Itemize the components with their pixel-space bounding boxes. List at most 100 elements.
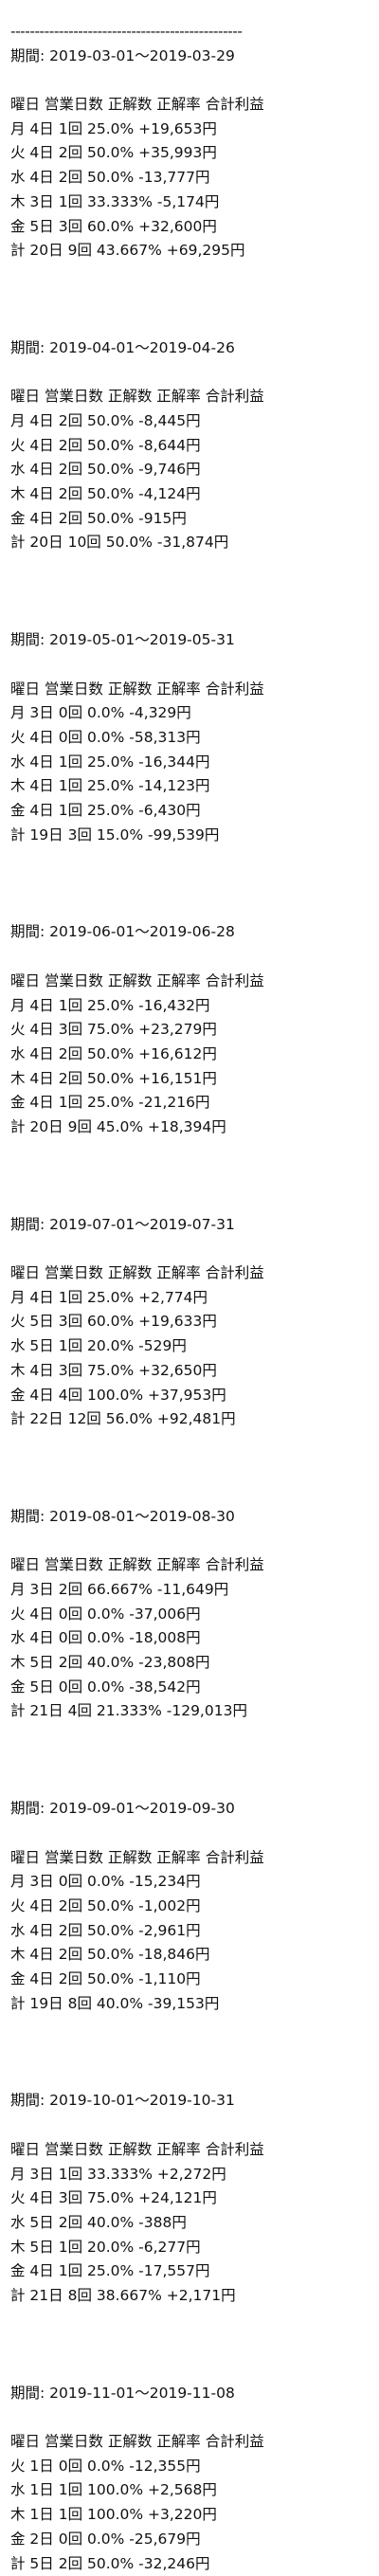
blank-line	[10, 580, 370, 605]
table-header: 曜日 営業日数 正解数 正解率 合計利益	[10, 1261, 370, 1286]
period-block: 期間: 2019-11-01～2019-11-08 曜日 営業日数 正解数 正解率…	[10, 2382, 370, 2576]
weekday-row: 月 4日 2回 50.0% -8,445円	[10, 409, 370, 434]
table-header: 曜日 営業日数 正解数 正解率 合計利益	[10, 385, 370, 409]
period-list: 期間: 2019-03-01～2019-03-29 曜日 営業日数 正解数 正解率…	[10, 45, 370, 2576]
weekday-row: 水 1日 1回 100.0% +2,568円	[10, 2478, 370, 2503]
weekday-row: 木 4日 2回 50.0% -4,124円	[10, 482, 370, 507]
period-label: 期間: 2019-09-01～2019-09-30	[10, 1797, 370, 1822]
total-row: 計 19日 8回 40.0% -39,153円	[10, 1992, 370, 2017]
weekday-row: 火 4日 2回 50.0% -1,002円	[10, 1895, 370, 1919]
weekday-row: 月 3日 2回 66.667% -11,649円	[10, 1578, 370, 1603]
weekday-row: 木 4日 3回 75.0% +32,650円	[10, 1359, 370, 1384]
blank-line	[10, 1432, 370, 1457]
blank-line	[10, 263, 370, 288]
total-row: 計 5日 2回 50.0% -32,246円	[10, 2552, 370, 2576]
period-label: 期間: 2019-04-01～2019-04-26	[10, 336, 370, 361]
blank-line	[10, 897, 370, 921]
total-row: 計 21日 4回 21.333% -129,013円	[10, 1699, 370, 1724]
weekday-row: 水 5日 2回 40.0% -388円	[10, 2211, 370, 2236]
weekday-row: 火 4日 3回 75.0% +24,121円	[10, 2186, 370, 2211]
weekday-row: 木 5日 1回 20.0% -6,277円	[10, 2236, 370, 2260]
period-label: 期間: 2019-07-01～2019-07-31	[10, 1213, 370, 1238]
weekday-row: 水 4日 2回 50.0% +16,612円	[10, 1043, 370, 1067]
blank-line	[10, 1457, 370, 1481]
weekday-row: 木 3日 1回 33.333% -5,174円	[10, 190, 370, 215]
period-block: 期間: 2019-10-01～2019-10-31曜日 営業日数 正解数 正解率…	[10, 2089, 370, 2381]
table-header: 曜日 営業日数 正解数 正解率 合計利益	[10, 93, 370, 118]
weekday-row: 火 4日 3回 75.0% +23,279円	[10, 1018, 370, 1043]
weekday-row: 木 4日 1回 25.0% -14,123円	[10, 774, 370, 799]
blank-line	[10, 2357, 370, 2382]
weekday-row: 月 3日 1回 33.333% +2,272円	[10, 2163, 370, 2187]
weekday-row: 火 4日 2回 50.0% -8,644円	[10, 434, 370, 459]
blank-line	[10, 872, 370, 897]
report-document: ----------------------------------------…	[10, 20, 370, 2576]
weekday-row: 水 4日 0回 0.0% -18,008円	[10, 1626, 370, 1651]
blank-line	[10, 1530, 370, 1554]
period-block: 期間: 2019-03-01～2019-03-29 曜日 営業日数 正解数 正解率…	[10, 45, 370, 336]
top-divider: ----------------------------------------…	[10, 20, 370, 45]
weekday-row: 金 4日 4回 100.0% +37,953円	[10, 1384, 370, 1408]
period-label: 期間: 2019-06-01～2019-06-28	[10, 920, 370, 945]
period-block: 期間: 2019-09-01～2019-09-30曜日 営業日数 正解数 正解率…	[10, 1797, 370, 2089]
blank-line	[10, 555, 370, 580]
weekday-row: 月 3日 0回 0.0% -4,329円	[10, 701, 370, 726]
total-row: 計 20日 10回 50.0% -31,874円	[10, 531, 370, 555]
blank-line	[10, 288, 370, 313]
weekday-row: 火 4日 2回 50.0% +35,993円	[10, 141, 370, 166]
weekday-row: 火 4日 0回 0.0% -58,313円	[10, 726, 370, 751]
weekday-row: 木 5日 2回 40.0% -23,808円	[10, 1651, 370, 1676]
total-row: 計 20日 9回 45.0% +18,394円	[10, 1116, 370, 1140]
weekday-row: 月 3日 0回 0.0% -15,234円	[10, 1870, 370, 1895]
blank-line	[10, 1480, 370, 1505]
table-header: 曜日 営業日数 正解数 正解率 合計利益	[10, 2138, 370, 2163]
blank-line	[10, 605, 370, 629]
weekday-row: 木 1日 1回 100.0% +3,220円	[10, 2503, 370, 2528]
period-block: 期間: 2019-08-01～2019-08-30 曜日 営業日数 正解数 正解率…	[10, 1505, 370, 1797]
blank-line	[10, 2016, 370, 2041]
period-label: 期間: 2019-03-01～2019-03-29	[10, 45, 370, 69]
total-row: 計 20日 9回 43.667% +69,295円	[10, 239, 370, 263]
blank-line	[10, 312, 370, 336]
blank-line	[10, 1724, 370, 1749]
blank-line	[10, 2041, 370, 2065]
table-header: 曜日 営業日数 正解数 正解率 合計利益	[10, 1553, 370, 1578]
weekday-row: 火 1日 0回 0.0% -12,355円	[10, 2455, 370, 2479]
weekday-row: 水 5日 1回 20.0% -529円	[10, 1334, 370, 1359]
weekday-row: 水 4日 2回 50.0% -13,777円	[10, 166, 370, 190]
weekday-row: 火 5日 3回 60.0% +19,633円	[10, 1310, 370, 1334]
blank-line	[10, 2309, 370, 2333]
table-header: 曜日 営業日数 正解数 正解率 合計利益	[10, 2430, 370, 2455]
blank-line	[10, 1749, 370, 1773]
blank-line	[10, 2405, 370, 2430]
blank-line	[10, 1822, 370, 1846]
total-row: 計 22日 12回 56.0% +92,481円	[10, 1407, 370, 1432]
table-header: 曜日 営業日数 正解数 正解率 合計利益	[10, 970, 370, 994]
total-row: 計 19日 3回 15.0% -99,539円	[10, 824, 370, 848]
blank-line	[10, 1773, 370, 1798]
weekday-row: 火 4日 0回 0.0% -37,006円	[10, 1603, 370, 1627]
period-label: 期間: 2019-11-01～2019-11-08	[10, 2382, 370, 2406]
blank-line	[10, 1140, 370, 1165]
weekday-row: 月 4日 1回 25.0% +19,653円	[10, 118, 370, 142]
weekday-row: 木 4日 2回 50.0% +16,151円	[10, 1067, 370, 1092]
period-block: 期間: 2019-07-01～2019-07-31 曜日 営業日数 正解数 正解率…	[10, 1213, 370, 1505]
weekday-row: 月 4日 1回 25.0% -16,432円	[10, 994, 370, 1019]
period-block: 期間: 2019-05-01～2019-05-31曜日 営業日数 正解数 正解率…	[10, 628, 370, 920]
blank-line	[10, 361, 370, 386]
weekday-row: 木 4日 2回 50.0% -18,846円	[10, 1943, 370, 1968]
weekday-row: 金 5日 0回 0.0% -38,542円	[10, 1676, 370, 1700]
weekday-row: 水 4日 2回 50.0% -9,746円	[10, 458, 370, 482]
weekday-row: 月 4日 1回 25.0% +2,774円	[10, 1286, 370, 1311]
total-row: 計 21日 8回 38.667% +2,171円	[10, 2284, 370, 2309]
period-label: 期間: 2019-08-01～2019-08-30	[10, 1505, 370, 1530]
period-block: 期間: 2019-04-01～2019-04-26 曜日 営業日数 正解数 正解率…	[10, 336, 370, 628]
blank-line	[10, 2113, 370, 2138]
weekday-row: 金 4日 1回 25.0% -6,430円	[10, 799, 370, 824]
period-block: 期間: 2019-06-01～2019-06-28 曜日 営業日数 正解数 正解率…	[10, 920, 370, 1212]
weekday-row: 金 4日 2回 50.0% -915円	[10, 507, 370, 532]
weekday-row: 金 4日 1回 25.0% -17,557円	[10, 2259, 370, 2284]
blank-line	[10, 847, 370, 872]
weekday-row: 金 4日 1回 25.0% -21,216円	[10, 1091, 370, 1116]
blank-line	[10, 2332, 370, 2357]
